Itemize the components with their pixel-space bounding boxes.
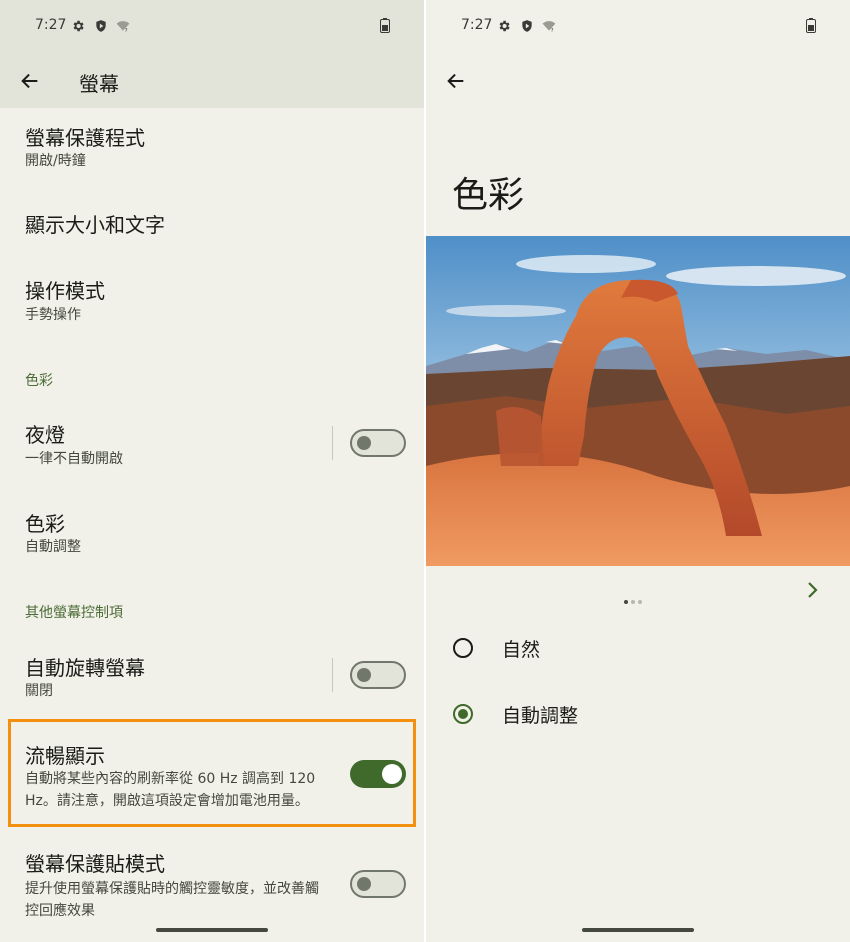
item-title: 螢幕保護程式 <box>25 126 145 150</box>
list-item-smooth-display[interactable]: 流暢顯示 自動將某些內容的刷新率從 60 Hz 調高到 120 Hz。請注意，開… <box>0 722 424 826</box>
item-title: 操作模式 <box>25 279 105 303</box>
item-summary-line2: Hz。請注意，開啟這項設定會增加電池用量。 <box>25 793 309 809</box>
color-option-natural[interactable]: 自然 <box>426 626 850 670</box>
battery-icon <box>380 18 390 33</box>
wifi-question-icon: ? <box>542 21 556 33</box>
radio-label: 自動調整 <box>502 705 579 727</box>
color-settings-screen: 7:27 ? 色彩 自然 自動調整 <box>426 0 850 942</box>
status-bar: 7:27 ? <box>426 0 850 54</box>
item-summary-line1: 自動將某些內容的刷新率從 60 Hz 調高到 120 <box>25 771 316 787</box>
gesture-nav-bar[interactable] <box>156 928 268 932</box>
night-light-toggle[interactable] <box>350 429 406 457</box>
divider <box>332 426 333 460</box>
list-item-display-size[interactable]: 顯示大小和文字 <box>0 186 424 258</box>
back-arrow-icon[interactable] <box>19 70 41 92</box>
svg-text:?: ? <box>551 28 554 33</box>
list-item-navigation-mode[interactable]: 操作模式 手勢操作 <box>0 262 424 342</box>
shield-icon <box>96 20 106 32</box>
page-title: 螢幕 <box>79 72 119 96</box>
item-summary: 開啟/時鐘 <box>25 153 86 169</box>
status-time: 7:27 <box>35 17 67 33</box>
item-title: 夜燈 <box>25 423 65 447</box>
list-item-auto-rotate[interactable]: 自動旋轉螢幕 關閉 <box>0 638 424 716</box>
list-item-screen-protector[interactable]: 螢幕保護貼模式 提升使用螢幕保護貼時的觸控靈敏度，並改善觸 控回應效果 <box>0 838 424 932</box>
divider <box>332 658 333 692</box>
item-summary-line1: 提升使用螢幕保護貼時的觸控靈敏度，並改善觸 <box>25 881 319 897</box>
item-summary: 手勢操作 <box>25 307 81 323</box>
smooth-display-toggle[interactable] <box>350 760 406 788</box>
item-title: 自動旋轉螢幕 <box>25 656 145 680</box>
settings-gear-icon <box>73 20 84 32</box>
display-settings-screen: 7:27 ? 螢幕 螢幕保護程式 開啟/時鐘 顯示大小和文字 操作模式 手勢操作… <box>0 0 424 942</box>
app-bar: 7:27 ? 螢幕 <box>0 0 424 108</box>
status-bar: 7:27 ? <box>0 0 424 54</box>
item-summary: 關閉 <box>25 683 53 699</box>
page-title: 色彩 <box>452 175 525 216</box>
list-item-screen-saver[interactable]: 螢幕保護程式 開啟/時鐘 <box>0 108 424 186</box>
chevron-right-icon[interactable] <box>804 580 822 600</box>
section-header-other: 其他螢幕控制項 <box>25 605 123 621</box>
radio-label: 自然 <box>502 639 541 661</box>
radio-button[interactable] <box>453 638 473 658</box>
svg-text:?: ? <box>125 28 128 33</box>
item-title: 顯示大小和文字 <box>25 213 165 237</box>
page-dot <box>631 600 635 604</box>
section-header-color: 色彩 <box>25 373 53 389</box>
color-preview-image <box>426 236 850 566</box>
settings-gear-icon <box>499 20 510 32</box>
item-title: 流暢顯示 <box>25 744 105 768</box>
list-item-night-light[interactable]: 夜燈 一律不自動開啟 <box>0 405 424 483</box>
screen-protector-toggle[interactable] <box>350 870 406 898</box>
item-title: 螢幕保護貼模式 <box>25 852 165 876</box>
item-summary-line2: 控回應效果 <box>25 903 95 919</box>
gesture-nav-bar[interactable] <box>582 928 694 932</box>
color-option-adaptive[interactable]: 自動調整 <box>426 692 850 736</box>
wifi-question-icon: ? <box>116 21 130 33</box>
list-item-colors[interactable]: 色彩 自動調整 <box>0 494 424 572</box>
back-arrow-icon[interactable] <box>445 70 467 92</box>
page-dot <box>638 600 642 604</box>
status-time: 7:27 <box>461 17 493 33</box>
page-dot <box>624 600 628 604</box>
item-title: 色彩 <box>25 512 65 536</box>
radio-button[interactable] <box>453 704 473 724</box>
item-summary: 自動調整 <box>25 539 81 555</box>
auto-rotate-toggle[interactable] <box>350 661 406 689</box>
item-summary: 一律不自動開啟 <box>25 451 123 467</box>
battery-icon <box>806 18 816 33</box>
shield-icon <box>522 20 532 32</box>
carousel-page-indicator <box>624 589 645 608</box>
